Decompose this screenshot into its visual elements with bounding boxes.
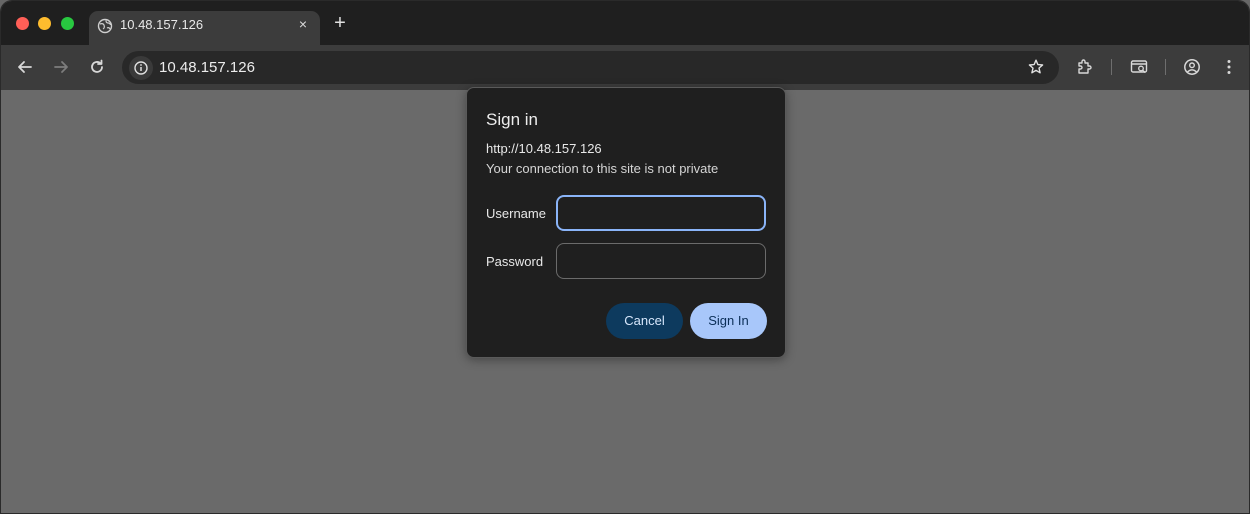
- password-field-wrapper: [556, 243, 766, 279]
- username-field[interactable]: [558, 197, 764, 229]
- new-tab-button[interactable]: +: [331, 13, 349, 33]
- forward-arrow-icon[interactable]: [51, 57, 71, 77]
- password-field[interactable]: [557, 244, 765, 278]
- minimize-window-button[interactable]: [38, 17, 51, 30]
- toolbar-divider: [1165, 59, 1166, 75]
- tab-strip: 10.48.157.126 × +: [1, 1, 1249, 45]
- site-info-icon[interactable]: [129, 56, 153, 80]
- close-window-button[interactable]: [16, 17, 29, 30]
- dialog-origin: http://10.48.157.126: [486, 141, 602, 156]
- dialog-connection-warning: Your connection to this site is not priv…: [486, 161, 719, 176]
- more-menu-icon[interactable]: [1219, 57, 1239, 77]
- username-label: Username: [486, 206, 546, 221]
- password-label: Password: [486, 254, 544, 269]
- cancel-button[interactable]: Cancel: [606, 303, 683, 339]
- browser-window: 10.48.157.126 × + 10.48.157.126 Sign in …: [0, 0, 1250, 514]
- profile-icon[interactable]: [1182, 57, 1202, 77]
- reload-icon[interactable]: [87, 57, 107, 77]
- globe-icon: [97, 18, 113, 34]
- url-text: 10.48.157.126: [159, 59, 255, 76]
- tab-close-icon[interactable]: ×: [296, 17, 310, 31]
- sign-in-dialog: Sign in http://10.48.157.126 Your connec…: [466, 87, 786, 358]
- back-arrow-icon[interactable]: [15, 57, 35, 77]
- tab-search-icon[interactable]: [1129, 57, 1149, 77]
- extensions-icon[interactable]: [1075, 57, 1095, 77]
- tab-active[interactable]: 10.48.157.126 ×: [89, 11, 320, 45]
- browser-toolbar: 10.48.157.126: [1, 45, 1249, 90]
- maximize-window-button[interactable]: [61, 17, 74, 30]
- toolbar-divider: [1111, 59, 1112, 75]
- star-icon[interactable]: [1027, 58, 1045, 76]
- sign-in-button[interactable]: Sign In: [690, 303, 767, 339]
- tab-title: 10.48.157.126: [120, 17, 204, 32]
- address-bar[interactable]: 10.48.157.126: [122, 51, 1059, 84]
- dialog-title: Sign in: [486, 110, 538, 129]
- username-field-wrapper: [556, 195, 766, 231]
